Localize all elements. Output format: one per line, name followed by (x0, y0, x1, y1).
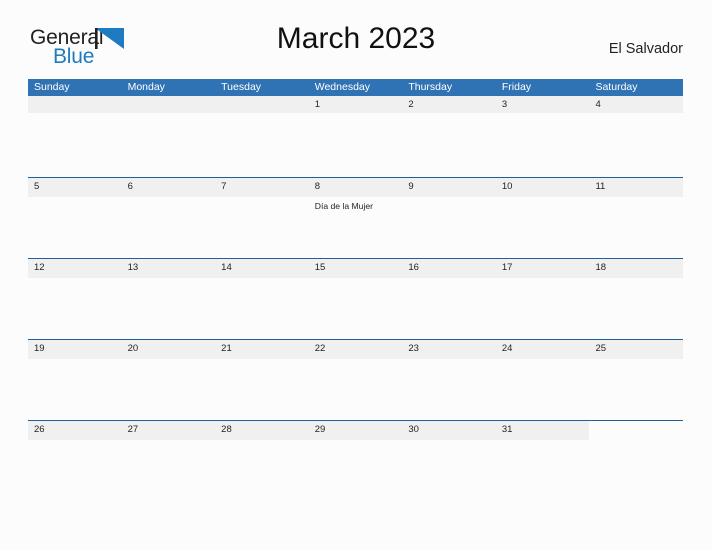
day-number-cell[interactable]: 14 (215, 259, 309, 278)
day-event-slot (215, 359, 309, 362)
day-number-cell[interactable]: 5 (28, 178, 122, 197)
week-events-row (28, 440, 683, 443)
day-number-cell[interactable]: 18 (589, 259, 684, 278)
page-header: General Blue March 2023 El Salvador (0, 0, 712, 68)
day-number-cell[interactable]: 27 (121, 421, 216, 440)
weekday-header-row: Sunday Monday Tuesday Wednesday Thursday Frid… (28, 79, 683, 96)
day-number-cell[interactable]: 1 (308, 96, 403, 113)
day-number-cell[interactable]: 23 (402, 340, 496, 359)
day-number-cell[interactable] (121, 96, 216, 113)
weekday-header-cell: Sunday (34, 81, 70, 93)
day-number-cell[interactable]: 30 (402, 421, 496, 440)
day-number-cell[interactable]: 24 (495, 340, 590, 359)
day-number-cell[interactable]: 16 (402, 259, 496, 278)
day-number-cell[interactable]: 8 (308, 178, 403, 197)
day-event-slot (402, 359, 496, 362)
day-number-cell[interactable]: 19 (28, 340, 122, 359)
day-event-slot (28, 278, 122, 281)
calendar-week-row: 19 20 21 22 23 24 25 (28, 339, 684, 420)
day-event-slot (309, 440, 403, 443)
day-event-slot (309, 359, 403, 362)
day-number-cell[interactable]: 28 (215, 421, 309, 440)
day-event-slot (402, 440, 496, 443)
day-number-cell[interactable]: 17 (495, 259, 590, 278)
day-number-cell[interactable]: 6 (121, 178, 216, 197)
day-event-slot (589, 278, 683, 281)
calendar-week-row: 1234 (28, 96, 684, 177)
day-number-cell[interactable]: 11 (589, 178, 684, 197)
day-number-cell[interactable]: 25 (589, 340, 684, 359)
weekday-header-cell: Wednesday (314, 81, 370, 93)
day-number-cell[interactable]: 2 (402, 96, 496, 113)
day-event-slot (28, 359, 122, 362)
day-number-cell[interactable]: 26 (28, 421, 122, 440)
calendar-week-row: 12 13 14 15 16 17 18 (28, 258, 684, 339)
day-event-slot (215, 114, 309, 117)
day-number-cell[interactable]: 31 (495, 421, 590, 440)
holiday-label: Día de la Mujer (314, 200, 374, 211)
page-title: March 2023 (276, 22, 436, 55)
week-events-row: Día de la Mujer (28, 197, 683, 212)
week-date-band: 19 20 21 22 23 24 25 (28, 339, 684, 359)
day-number-cell[interactable]: 3 (495, 96, 590, 113)
day-event-slot (496, 278, 590, 281)
week-events-row (28, 114, 683, 117)
weekday-header-cell: Saturday (595, 81, 638, 93)
day-event-slot (402, 114, 496, 117)
day-event-slot (496, 197, 590, 212)
day-number-cell[interactable]: 15 (308, 259, 403, 278)
weekday-header-cell: Monday (127, 81, 165, 93)
week-date-band: 5 6 7 8 9 10 11 (28, 177, 684, 197)
day-number-cell[interactable]: 20 (121, 340, 216, 359)
day-event-slot (215, 197, 309, 212)
day-event-slot (589, 359, 683, 362)
day-number-cell[interactable]: 9 (402, 178, 496, 197)
day-event-slot (496, 359, 590, 362)
weekday-header-cell: Friday (501, 81, 532, 93)
day-event-slot (215, 278, 309, 281)
day-number-cell[interactable] (28, 96, 122, 113)
day-event-slot (122, 278, 216, 281)
day-event-slot (309, 278, 403, 281)
calendar-weeks: 1 2 3 4 5 6 7 8 9 10 11 Día de la Mujer 12 13 14 15 16 17… (28, 96, 684, 501)
day-event-slot (122, 114, 216, 117)
week-events-row (28, 359, 683, 362)
day-event-slot (28, 440, 122, 443)
day-event-slot (589, 197, 683, 212)
day-event-slot (28, 197, 122, 212)
day-event-slot (496, 114, 590, 117)
day-number-cell[interactable]: 13 (121, 259, 216, 278)
day-number-cell[interactable]: 22 (308, 340, 403, 359)
calendar-grid: Sunday Monday Tuesday Wednesday Thursday Frid… (28, 79, 684, 501)
day-number-cell[interactable]: 10 (495, 178, 590, 197)
day-event-slot (309, 114, 403, 117)
day-event-slot (215, 440, 309, 443)
day-event-slot (589, 440, 683, 443)
day-number-cell[interactable]: 4 (589, 96, 684, 113)
week-events-row (28, 278, 683, 281)
calendar-week-row: 5 6 7 8 9 10 11 Día de la Mujer (28, 177, 684, 258)
day-event-slot (589, 114, 683, 117)
day-event-slot (496, 440, 590, 443)
week-date-band: 12 13 14 15 16 17 18 (28, 258, 684, 278)
day-number-cell[interactable] (589, 420, 683, 440)
day-number-cell[interactable]: 21 (215, 340, 309, 359)
day-event-slot (28, 114, 122, 117)
day-event-slot (402, 197, 496, 212)
day-number-cell[interactable] (215, 96, 309, 113)
day-number-cell[interactable]: 29 (308, 421, 403, 440)
country-label: El Salvador (608, 41, 683, 57)
day-number-cell[interactable]: 7 (215, 178, 309, 197)
day-number-cell[interactable]: 12 (28, 259, 122, 278)
week-date-band: 1234 (28, 96, 684, 113)
calendar-week-row: 26 27 28 29 30 31 (28, 420, 683, 501)
day-event-slot (122, 440, 216, 443)
day-event-slot (122, 197, 216, 212)
week-date-band: 26 27 28 29 30 31 (28, 420, 683, 440)
weekday-header-cell: Tuesday (221, 81, 262, 93)
day-event-slot (402, 278, 496, 281)
day-event-slot (122, 359, 216, 362)
weekday-header-cell: Thursday (408, 81, 453, 93)
